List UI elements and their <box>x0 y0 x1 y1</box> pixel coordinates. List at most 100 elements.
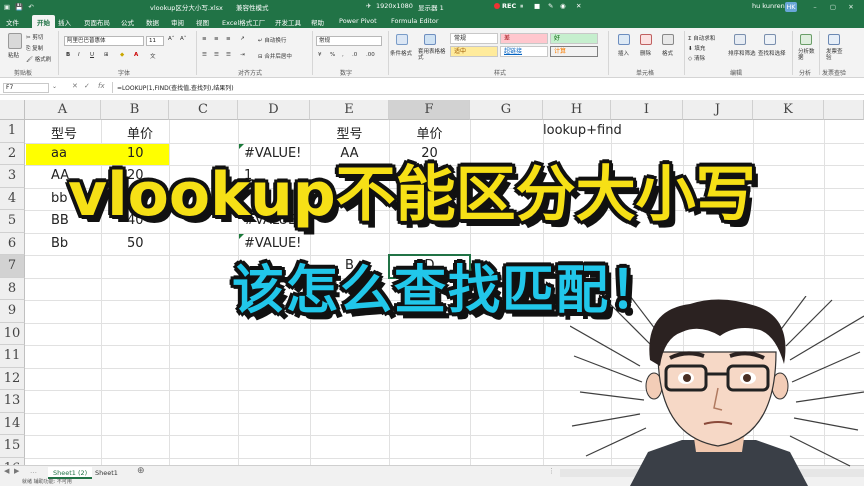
align-right-icon[interactable]: ☰ <box>226 52 231 58</box>
pause-icon[interactable]: ⏸ <box>520 2 523 11</box>
italic-icon[interactable]: I <box>78 52 80 58</box>
align-left-icon[interactable]: ☰ <box>202 52 207 58</box>
maximize-icon[interactable]: ▢ <box>828 2 838 13</box>
sort-filter-button[interactable]: 排序和筛选 <box>728 49 756 57</box>
invoice-check-button[interactable]: 发票查验 <box>826 49 844 61</box>
row-header[interactable]: 9 <box>0 300 25 323</box>
add-sheet-icon[interactable]: ⊕ <box>137 466 145 476</box>
column-header[interactable]: E <box>310 100 389 120</box>
menu-tab[interactable]: 文件 <box>6 17 19 27</box>
font-color-icon[interactable]: A <box>134 52 138 58</box>
name-box[interactable]: F7 <box>3 83 49 93</box>
cancel-entry-icon[interactable]: ✕ <box>72 82 78 90</box>
camera-icon[interactable]: ◉ <box>560 2 566 10</box>
percent-icon[interactable]: % <box>330 52 335 58</box>
avatar[interactable]: HK <box>785 2 797 12</box>
column-header[interactable]: F <box>389 100 470 120</box>
fill-button[interactable]: ⬇ 填充 <box>688 44 705 52</box>
paste-button[interactable]: 粘贴 <box>8 51 19 59</box>
shrink-font-icon[interactable]: A˅ <box>180 36 187 42</box>
merge-center-button[interactable]: ⊟ 合并后居中 <box>258 52 292 60</box>
menu-tab[interactable]: 开发工具 <box>275 17 301 27</box>
error-indicator-icon[interactable] <box>239 233 244 239</box>
number-format-select[interactable]: 常规 <box>316 36 382 46</box>
prev-sheet-icon[interactable]: ◀ <box>4 467 9 475</box>
minimize-icon[interactable]: – <box>810 2 820 13</box>
stop-icon[interactable]: ■ <box>534 2 540 10</box>
namebox-dropdown-icon[interactable]: ⌄ <box>52 83 57 90</box>
bold-icon[interactable]: B <box>66 52 70 58</box>
confirm-entry-icon[interactable]: ✓ <box>84 82 90 90</box>
sheet-tab-active[interactable]: Sheet1 (2) <box>48 467 93 479</box>
menu-tab[interactable]: 页面布局 <box>84 17 110 27</box>
menu-tab[interactable]: Formula Editor <box>391 17 439 25</box>
paste-icon[interactable] <box>8 33 22 49</box>
sheet-tab[interactable]: Sheet1 <box>90 467 123 479</box>
row-header[interactable]: 11 <box>0 345 25 368</box>
insert-cells-button[interactable]: 插入 <box>618 49 629 57</box>
align-center-icon[interactable]: ☰ <box>214 52 219 58</box>
pen-icon[interactable]: ✎ <box>548 2 553 10</box>
more-sheets-icon[interactable]: … <box>30 467 37 475</box>
style-normal[interactable]: 常规 <box>450 33 498 44</box>
menu-tab[interactable]: Power Pivot <box>339 17 377 25</box>
style-bad[interactable]: 差 <box>500 33 548 44</box>
more-options-icon[interactable]: ⋮ <box>548 467 555 475</box>
underline-icon[interactable]: U <box>90 52 94 58</box>
row-header[interactable]: 10 <box>0 322 25 345</box>
phonetic-icon[interactable]: 文 <box>150 52 156 60</box>
autosum-button[interactable]: Σ 自动求和 <box>688 34 715 42</box>
row-header[interactable]: 7 <box>0 255 25 278</box>
currency-icon[interactable]: ¥ <box>318 52 322 58</box>
fill-color-icon[interactable]: ◆ <box>120 52 124 58</box>
row-header[interactable]: 8 <box>0 277 25 300</box>
format-painter-button[interactable]: 🖌 格式刷 <box>26 55 51 63</box>
column-header[interactable] <box>824 100 864 120</box>
menu-tab[interactable]: 视图 <box>196 17 209 27</box>
formula-input[interactable]: =LOOKUP(1,FIND(查找值,查找列),结果列) <box>117 83 234 92</box>
row-header[interactable]: 5 <box>0 210 25 233</box>
indent-icon[interactable]: ⇥ <box>240 52 245 58</box>
menu-tab[interactable]: 插入 <box>58 17 71 27</box>
style-neutral[interactable]: 适中 <box>450 46 498 57</box>
row-header[interactable]: 14 <box>0 412 25 435</box>
wrap-text-button[interactable]: ↵ 自动换行 <box>258 36 286 44</box>
decrease-decimal-icon[interactable]: .00 <box>366 52 375 58</box>
font-size-select[interactable]: 11 <box>146 36 164 46</box>
cut-button[interactable]: ✂ 剪切 <box>26 33 43 41</box>
column-header[interactable]: J <box>683 100 753 120</box>
row-header[interactable]: 12 <box>0 367 25 390</box>
align-middle-icon[interactable]: ≡ <box>214 36 219 42</box>
row-header[interactable]: 2 <box>0 142 25 165</box>
select-all-corner[interactable] <box>0 100 25 120</box>
row-header[interactable]: 15 <box>0 435 25 458</box>
row-header[interactable]: 6 <box>0 232 25 255</box>
row-header[interactable]: 3 <box>0 165 25 188</box>
menu-tab[interactable]: 数据 <box>146 17 159 27</box>
column-header[interactable]: I <box>611 100 683 120</box>
cell-f1[interactable]: 单价 <box>389 123 470 142</box>
column-header[interactable]: G <box>470 100 543 120</box>
conditional-format-button[interactable]: 条件格式 <box>390 49 412 57</box>
grow-font-icon[interactable]: A˄ <box>168 36 175 42</box>
insert-function-icon[interactable]: fx <box>98 82 105 90</box>
menu-tab[interactable]: 公式 <box>121 17 134 27</box>
menu-tab[interactable]: 开始 <box>32 15 55 28</box>
align-top-icon[interactable]: ≡ <box>202 36 207 42</box>
row-header[interactable]: 4 <box>0 187 25 210</box>
orientation-icon[interactable]: ↗ <box>240 36 245 42</box>
menu-tab[interactable]: 审阅 <box>171 17 184 27</box>
font-name-select[interactable]: 阿里巴巴普惠体 <box>64 36 144 46</box>
copy-button[interactable]: ⎘ 复制 <box>26 44 43 53</box>
delete-cells-button[interactable]: 删除 <box>640 49 651 57</box>
align-bottom-icon[interactable]: ≡ <box>226 36 231 42</box>
close-icon[interactable]: ✕ <box>846 2 856 13</box>
column-header[interactable]: A <box>25 100 101 120</box>
clear-button[interactable]: ◇ 清除 <box>688 54 705 62</box>
cell-b6[interactable]: 50 <box>127 236 195 251</box>
comma-icon[interactable]: , <box>342 52 344 58</box>
menu-tab[interactable]: Excel格式工厂 <box>222 17 265 27</box>
rec-indicator[interactable]: REC <box>494 2 516 10</box>
increase-decimal-icon[interactable]: .0 <box>352 52 357 58</box>
cell-b1[interactable]: 单价 <box>127 123 195 142</box>
